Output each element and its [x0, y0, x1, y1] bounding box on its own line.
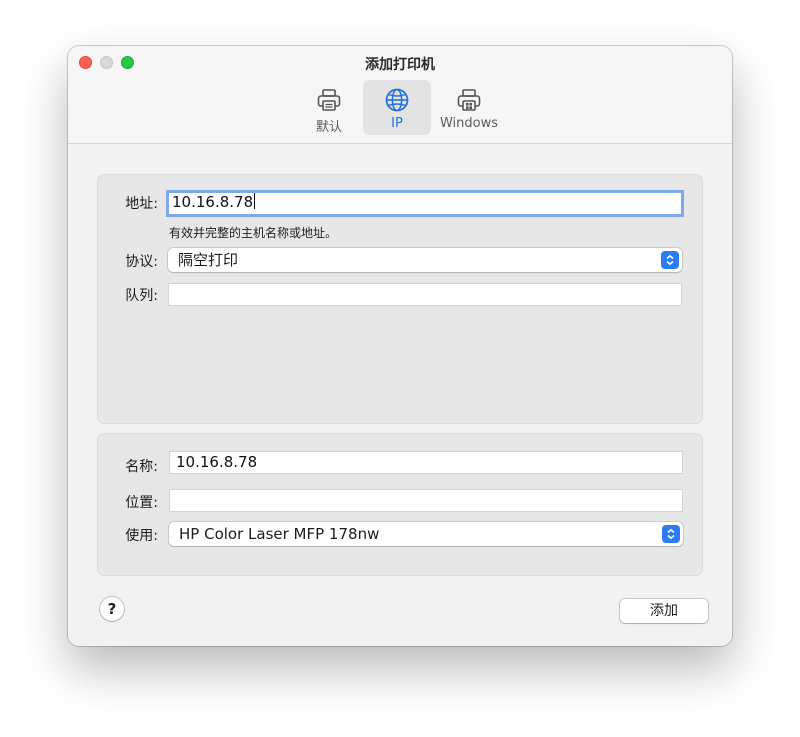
name-label: 名称:	[125, 459, 158, 475]
chevron-updown-icon	[662, 525, 680, 543]
protocol-value: 隔空打印	[178, 251, 239, 269]
protocol-select[interactable]: 隔空打印	[168, 248, 682, 272]
name-value: 10.16.8.78	[176, 453, 258, 471]
window-title: 添加打印机	[365, 57, 435, 73]
tab-windows-label: Windows	[439, 116, 499, 131]
address-value: 10.16.8.78	[172, 193, 254, 211]
queue-label: 队列:	[125, 288, 158, 304]
tab-default[interactable]: 默认	[306, 80, 352, 135]
text-caret	[254, 193, 256, 209]
add-printer-window: 添加打印机 默认 IP Windows 地址: 10.16.8.78 有效并完整…	[68, 46, 732, 646]
details-panel: 名称: 10.16.8.78 位置: 使用: HP Color Laser MF…	[97, 433, 703, 576]
driver-value: HP Color Laser MFP 178nw	[179, 525, 380, 543]
address-hint: 有效并完整的主机名称或地址。	[169, 226, 338, 240]
address-label: 地址:	[125, 196, 158, 212]
globe-icon	[385, 88, 409, 112]
location-label: 位置:	[125, 495, 158, 511]
chevron-updown-icon	[661, 251, 679, 269]
address-field[interactable]: 10.16.8.78	[166, 190, 684, 217]
help-button[interactable]: ?	[100, 597, 124, 621]
tab-default-label: 默认	[315, 120, 342, 135]
queue-field[interactable]	[168, 283, 682, 306]
name-field[interactable]: 10.16.8.78	[169, 451, 683, 474]
content-area: 地址: 10.16.8.78 有效并完整的主机名称或地址。 协议: 隔空打印 队…	[68, 144, 732, 646]
toolbar: 默认 IP Windows	[68, 80, 732, 136]
add-button[interactable]: 添加	[620, 599, 708, 623]
connection-panel: 地址: 10.16.8.78 有效并完整的主机名称或地址。 协议: 隔空打印 队…	[97, 174, 703, 424]
printer-icon	[317, 89, 341, 111]
use-label: 使用:	[125, 528, 158, 544]
driver-select[interactable]: HP Color Laser MFP 178nw	[169, 522, 683, 546]
tab-ip[interactable]: IP	[363, 80, 431, 135]
location-field[interactable]	[169, 489, 683, 512]
tab-windows[interactable]: Windows	[436, 80, 502, 135]
windows-printer-icon	[457, 89, 481, 111]
titlebar: 添加打印机 默认 IP Windows	[68, 46, 732, 144]
tab-ip-label: IP	[391, 116, 403, 131]
protocol-label: 协议:	[125, 254, 158, 270]
